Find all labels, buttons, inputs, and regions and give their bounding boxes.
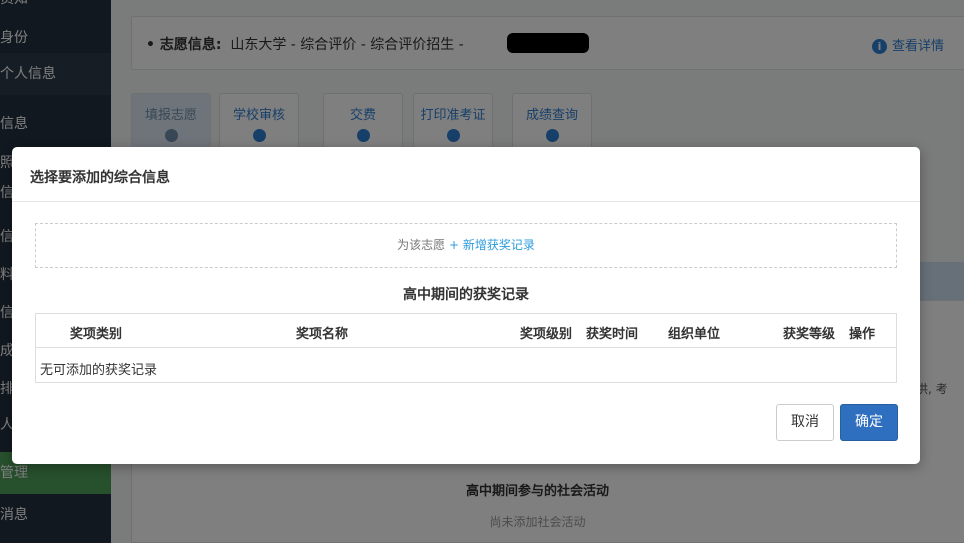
modal-title: 选择要添加的综合信息 <box>30 170 170 186</box>
confirm-button[interactable]: 确定 <box>840 404 898 441</box>
add-award-box: 为该志愿 + 新增获奖记录 <box>35 223 897 268</box>
modal-divider <box>12 201 920 202</box>
add-award-prefix: 为该志愿 <box>397 238 446 252</box>
awards-section-title: 高中期间的获奖记录 <box>403 287 529 303</box>
add-award-link[interactable]: + 新增获奖记录 <box>449 238 535 252</box>
table-header: 奖项类别 奖项名称 奖项级别 获奖时间 组织单位 获奖等级 操作 <box>36 314 896 348</box>
column-header-organizer: 组织单位 <box>668 327 721 342</box>
column-header-date: 获奖时间 <box>586 327 639 342</box>
column-header-grade: 获奖等级 <box>783 327 836 342</box>
cancel-button[interactable]: 取消 <box>776 404 834 441</box>
column-header-actions: 操作 <box>849 327 876 342</box>
awards-table: 奖项类别 奖项名称 奖项级别 获奖时间 组织单位 获奖等级 操作 无可添加的获奖… <box>35 313 897 383</box>
column-header-category: 奖项类别 <box>70 327 123 342</box>
table-empty-message: 无可添加的获奖记录 <box>40 363 158 378</box>
select-info-modal: 选择要添加的综合信息 为该志愿 + 新增获奖记录 高中期间的获奖记录 奖项类别 … <box>12 147 920 464</box>
column-header-name: 奖项名称 <box>296 327 349 342</box>
column-header-level: 奖项级别 <box>520 327 573 342</box>
